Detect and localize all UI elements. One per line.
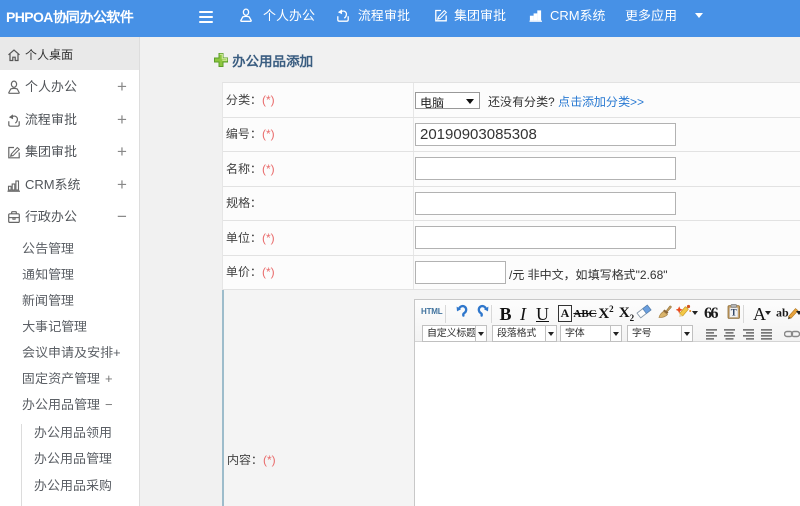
svg-text:T: T (730, 308, 736, 318)
svg-text:ab: ab (776, 306, 789, 320)
